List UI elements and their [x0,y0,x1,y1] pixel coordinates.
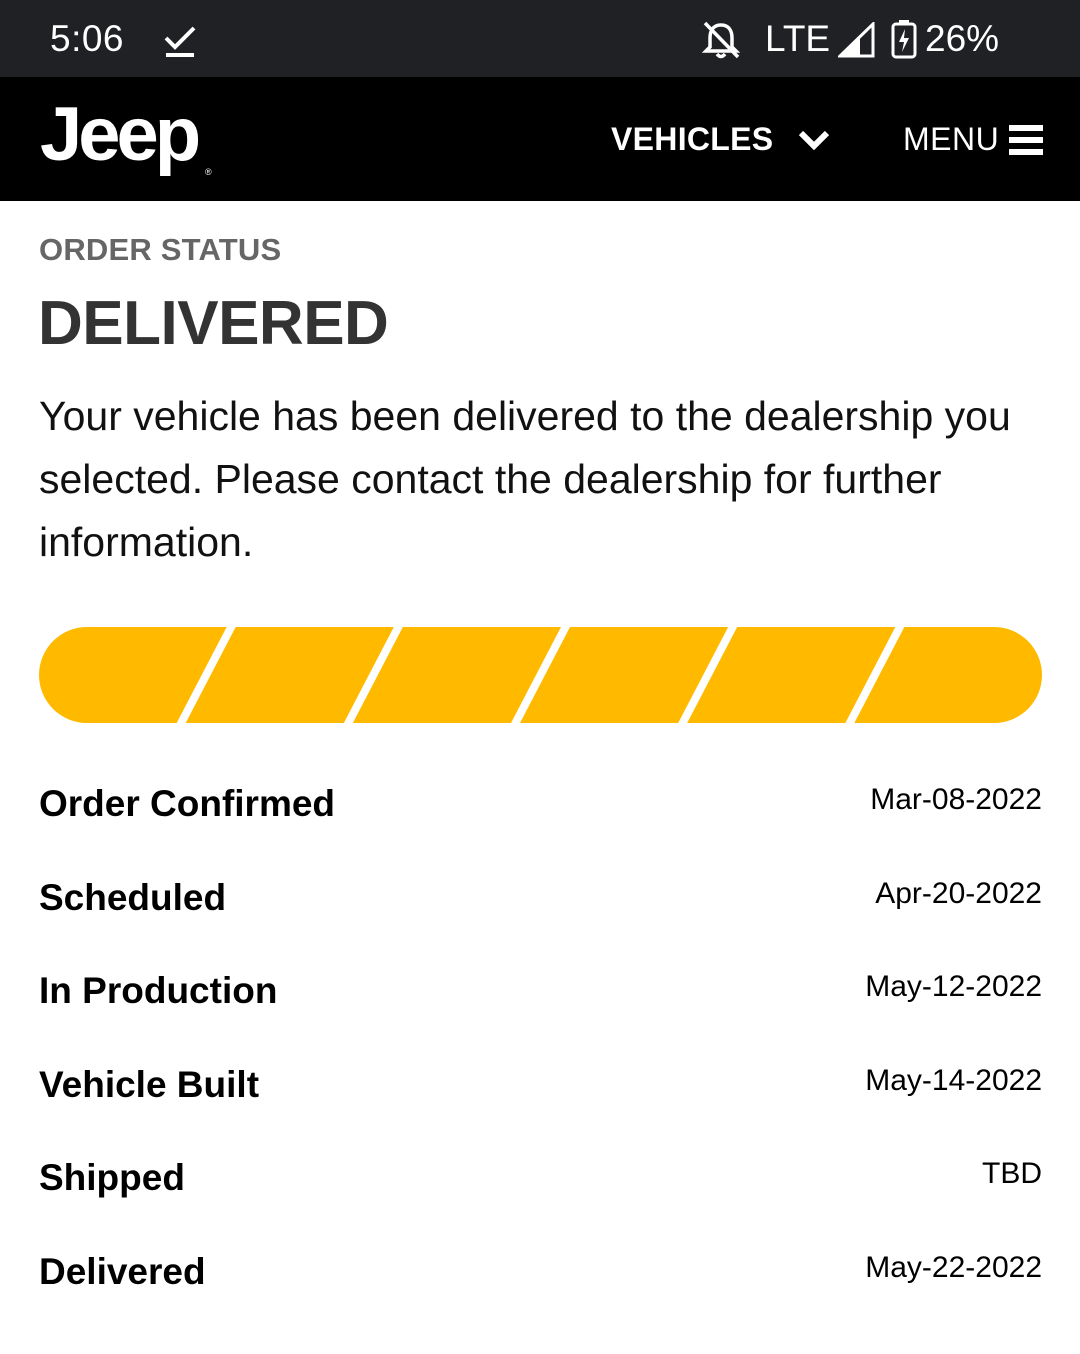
milestone-list: Order Confirmed Mar-08-2022 Scheduled Apr-2… [39,765,1042,1327]
milestone-label: Shipped [39,1157,185,1199]
milestone-label: Scheduled [39,876,227,918]
vehicles-dropdown[interactable]: VEHICLES [611,121,831,158]
jeep-logo[interactable]: Jeep [40,97,201,173]
milestone-label: In Production [39,970,278,1012]
menu-button[interactable]: MENU [903,121,1044,158]
hamburger-icon [1009,124,1044,155]
checkmark-icon [164,26,196,57]
list-item: Scheduled Apr-20-2022 [39,859,1042,953]
list-item: Vehicle Built May-14-2022 [39,1046,1042,1140]
status-description: Your vehicle has been delivered to the d… [39,393,1011,565]
list-item: In Production May-12-2022 [39,952,1042,1046]
list-item: Order Confirmed Mar-08-2022 [39,765,1042,859]
status-bar: 5:06 LTE 26% [0,0,1080,77]
menu-label: MENU [903,121,1000,157]
order-progress-bar [39,627,1042,723]
list-item: Delivered May-22-2022 [39,1233,1042,1327]
bell-off-icon [701,21,741,59]
milestone-date: May-14-2022 [865,1063,1042,1097]
chevron-down-icon [799,130,830,150]
vehicles-label: VEHICLES [611,121,774,157]
list-item: Shipped TBD [39,1139,1042,1233]
logo-registered-mark: ® [205,167,212,177]
milestone-date: May-12-2022 [865,970,1042,1004]
milestone-date: TBD [982,1157,1042,1191]
milestone-label: Order Confirmed [39,783,336,824]
status-time: 5:06 [50,18,125,59]
battery-percent: 26% [925,18,1000,59]
page-title: DELIVERED [38,289,389,358]
milestone-date: Apr-20-2022 [875,876,1042,910]
milestone-label: Delivered [39,1250,206,1292]
milestone-date: Mar-08-2022 [870,783,1042,816]
site-header: Jeep ® VEHICLES MENU [0,77,1080,201]
order-status-eyebrow: ORDER STATUS [39,232,282,267]
milestone-date: May-22-2022 [865,1250,1042,1284]
signal-icon [838,22,875,58]
battery-charging-icon [891,20,917,59]
milestone-label: Vehicle Built [39,1063,260,1105]
network-type: LTE [765,18,831,59]
